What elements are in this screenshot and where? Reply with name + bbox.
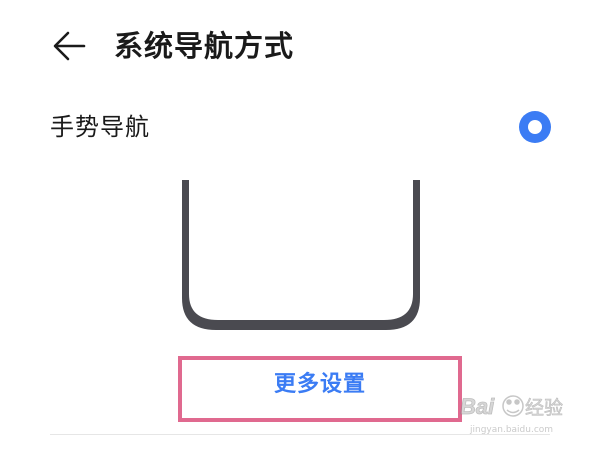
more-settings-button[interactable]: 更多设置 bbox=[178, 356, 462, 422]
gesture-navigation-radio[interactable] bbox=[519, 111, 551, 143]
radio-selected-dot bbox=[528, 120, 542, 134]
svg-text:经验: 经验 bbox=[525, 397, 563, 419]
gesture-navigation-label: 手势导航 bbox=[50, 113, 150, 141]
phone-gesture-illustration bbox=[182, 180, 420, 330]
gesture-navigation-option[interactable]: 手势导航 bbox=[0, 100, 600, 156]
watermark-url: jingyan.baidu.com bbox=[469, 425, 553, 435]
more-settings-label: 更多设置 bbox=[273, 372, 366, 397]
baidu-jingyan-watermark: Bai 经验 jingyan.baidu.com bbox=[460, 394, 564, 435]
back-arrow-icon[interactable] bbox=[48, 26, 88, 66]
svg-text:Bai: Bai bbox=[460, 394, 495, 419]
navigation-settings-page: 系统导航方式 手势导航 更多设置 Bai 经验 jingyan.baidu.co… bbox=[0, 0, 600, 450]
header: 系统导航方式 bbox=[0, 0, 600, 90]
page-title: 系统导航方式 bbox=[114, 29, 295, 63]
